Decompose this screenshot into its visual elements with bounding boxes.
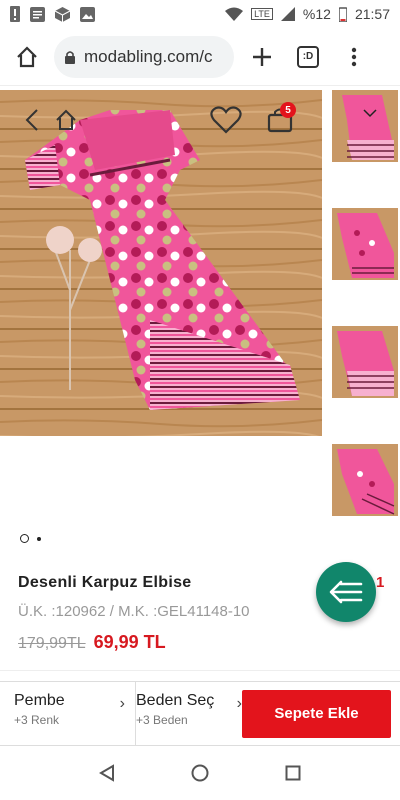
divider	[0, 670, 400, 671]
cart-button[interactable]: 5	[262, 102, 298, 136]
thumbnail[interactable]	[332, 444, 398, 516]
back-button[interactable]	[20, 108, 44, 132]
size-sub: +3 Beden	[136, 713, 188, 727]
notification-icons	[10, 6, 95, 22]
system-navigation-bar	[0, 746, 400, 800]
floating-menu-button[interactable]	[316, 562, 376, 622]
product-main-image[interactable]: 5	[0, 90, 322, 436]
old-price: 179,99TL	[18, 635, 86, 652]
image-pager	[20, 534, 41, 543]
product-codes: Ü.K. :120962 / M.K. :GEL41148-10	[18, 603, 250, 620]
browser-toolbar: modabling.com/c :D	[0, 28, 400, 86]
chevron-right-icon: ›	[236, 695, 242, 712]
thumbnail-list	[332, 90, 400, 562]
network-type: LTE	[251, 8, 273, 20]
product-title: Desenli Karpuz Elbise	[18, 574, 192, 591]
tab-count: :D	[297, 45, 319, 68]
price-row: 179,99TL 69,99 TL	[18, 632, 166, 653]
home-shortcut-button[interactable]	[54, 108, 78, 132]
battery-icon	[338, 6, 347, 22]
dress-photo	[0, 90, 322, 436]
nav-home-button[interactable]	[180, 753, 220, 793]
current-price: 69,99 TL	[93, 632, 166, 652]
size-selector[interactable]: Beden Seç +3 Beden ›	[136, 682, 242, 745]
tab-switcher-button[interactable]: :D	[290, 39, 326, 75]
url-text: modabling.com/c	[84, 46, 213, 66]
image-icon	[80, 6, 95, 22]
fab-badge: 1	[376, 574, 385, 591]
pager-dot-active[interactable]	[20, 534, 29, 543]
add-to-cart-button[interactable]: Sepete Ekle	[242, 689, 391, 738]
nav-recents-button[interactable]	[273, 753, 313, 793]
more-vert-icon	[351, 47, 357, 66]
home-circle-icon	[191, 764, 209, 782]
favorite-button[interactable]	[208, 104, 244, 136]
back-triangle-icon	[98, 764, 114, 782]
alert-icon	[10, 6, 20, 22]
thumbnail[interactable]	[332, 90, 398, 162]
clock: 21:57	[354, 6, 390, 22]
battery-percentage: %12	[302, 6, 331, 22]
home-icon	[17, 45, 37, 67]
pager-dot[interactable]	[37, 536, 41, 541]
status-bar: LTE %12 21:57	[0, 0, 400, 28]
thumbnail[interactable]	[332, 326, 398, 398]
color-selector[interactable]: Pembe +3 Renk ›	[0, 682, 136, 745]
menu-arrow-icon	[329, 580, 363, 604]
heart-icon	[210, 106, 242, 134]
new-tab-button[interactable]	[244, 39, 280, 75]
home-icon	[56, 109, 76, 130]
lock-icon	[65, 50, 75, 64]
chevron-right-icon: ›	[119, 695, 125, 712]
signal-icon	[280, 7, 295, 21]
color-label: Pembe	[14, 692, 65, 709]
thumbnail[interactable]	[332, 208, 398, 280]
message-icon	[30, 6, 45, 22]
chevron-left-icon	[25, 109, 38, 131]
package-icon	[55, 6, 70, 22]
menu-button[interactable]	[336, 39, 372, 75]
system-icons: LTE %12 21:57	[225, 6, 390, 22]
product-gallery: 5	[0, 90, 400, 525]
product-action-bar: Pembe +3 Renk › Beden Seç +3 Beden › Sep…	[0, 681, 400, 746]
wifi-icon	[225, 7, 244, 21]
nav-back-button[interactable]	[87, 753, 127, 793]
cart-count-badge: 5	[280, 102, 296, 118]
home-button[interactable]	[10, 40, 44, 74]
plus-icon	[253, 47, 271, 66]
address-bar[interactable]: modabling.com/c	[54, 35, 234, 78]
size-label: Beden Seç	[136, 692, 215, 709]
color-sub: +3 Renk	[14, 713, 60, 727]
recents-square-icon	[285, 765, 301, 781]
